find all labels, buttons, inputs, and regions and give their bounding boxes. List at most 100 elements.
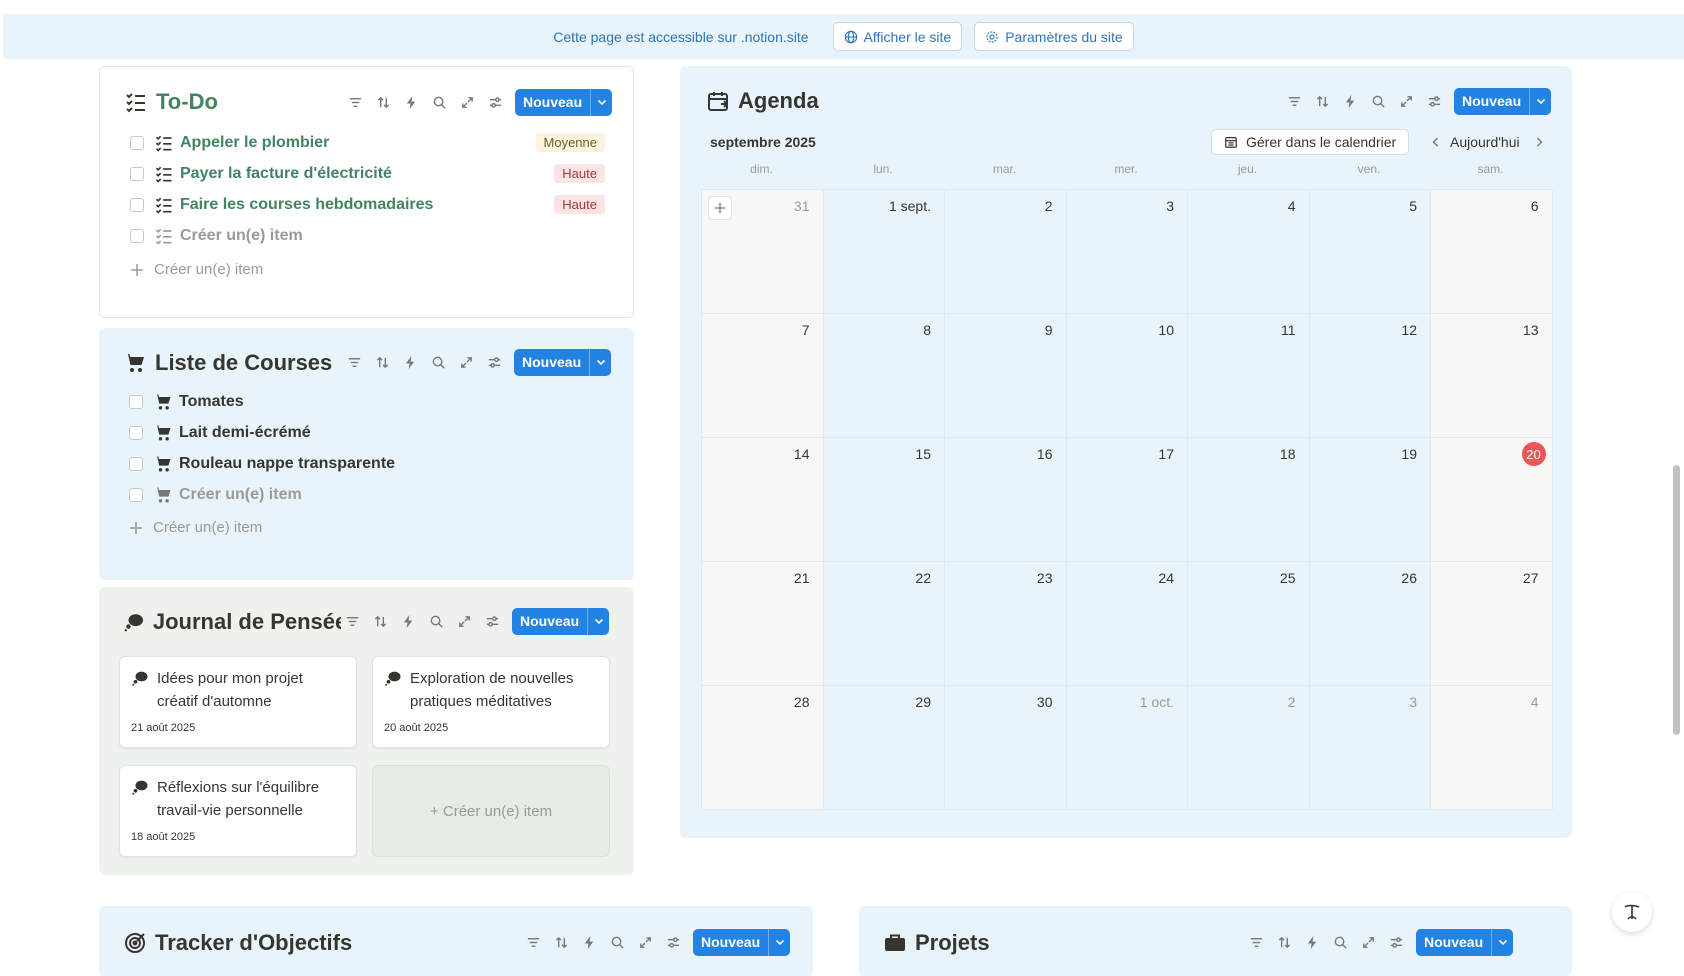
shopping-checkbox[interactable] bbox=[129, 456, 143, 471]
new-dropdown[interactable] bbox=[1529, 87, 1551, 115]
view-site-button[interactable]: Afficher le site bbox=[832, 22, 963, 51]
sort-button[interactable] bbox=[366, 607, 394, 635]
calendar-day-cell[interactable]: 1 sept. bbox=[823, 190, 945, 314]
calendar-day-cell[interactable]: 25 bbox=[1188, 562, 1310, 686]
settings-button[interactable] bbox=[481, 88, 509, 116]
settings-button[interactable] bbox=[1382, 928, 1410, 956]
journal-add-card[interactable]: + Créer un(e) item bbox=[372, 765, 610, 857]
priority-badge[interactable]: Haute bbox=[554, 195, 605, 214]
shopping-checkbox[interactable] bbox=[129, 425, 143, 440]
automation-button[interactable] bbox=[394, 607, 422, 635]
goals-title[interactable]: Tracker d'Objectifs bbox=[155, 930, 352, 956]
calendar-day-cell[interactable]: 30 bbox=[945, 686, 1067, 810]
calendar-day-cell[interactable]: 18 bbox=[1188, 438, 1310, 562]
agenda-title[interactable]: Agenda bbox=[738, 88, 819, 114]
new-dropdown[interactable] bbox=[587, 607, 609, 635]
help-button[interactable] bbox=[1612, 892, 1652, 932]
search-button[interactable] bbox=[603, 928, 631, 956]
new-button[interactable]: Nouveau bbox=[1416, 928, 1514, 956]
add-event-button[interactable] bbox=[708, 196, 732, 220]
sort-button[interactable] bbox=[369, 88, 397, 116]
calendar-day-cell[interactable]: 6 bbox=[1431, 190, 1553, 314]
shopping-title[interactable]: Liste de Courses bbox=[155, 350, 332, 376]
calendar-day-cell[interactable]: 14 bbox=[702, 438, 824, 562]
next-month-button[interactable] bbox=[1529, 132, 1549, 152]
journal-card[interactable]: Réflexions sur l'équilibre travail-vie p… bbox=[119, 765, 357, 857]
shopping-item[interactable]: Lait demi-écrémé bbox=[129, 417, 311, 448]
new-button[interactable]: Nouveau bbox=[693, 928, 791, 956]
shopping-new-row[interactable]: Créer un(e) item bbox=[129, 479, 302, 510]
todo-checkbox[interactable] bbox=[130, 135, 144, 150]
expand-button[interactable] bbox=[631, 928, 659, 956]
todo-checkbox[interactable] bbox=[130, 166, 144, 181]
automation-button[interactable] bbox=[575, 928, 603, 956]
journal-card[interactable]: Idées pour mon projet créatif d'automne … bbox=[119, 656, 357, 748]
search-button[interactable] bbox=[1364, 87, 1392, 115]
new-dropdown[interactable] bbox=[1491, 928, 1513, 956]
expand-button[interactable] bbox=[450, 607, 478, 635]
calendar-day-cell[interactable]: 10 bbox=[1066, 314, 1188, 438]
todo-item-label[interactable]: Payer la facture d'électricité bbox=[180, 165, 392, 183]
prev-month-button[interactable] bbox=[1426, 132, 1446, 152]
search-button[interactable] bbox=[424, 348, 452, 376]
page-scrollbar[interactable] bbox=[1670, 60, 1684, 965]
new-button[interactable]: Nouveau bbox=[1454, 87, 1552, 115]
new-dropdown[interactable] bbox=[590, 88, 612, 116]
calendar-day-cell[interactable]: 4 bbox=[1431, 686, 1553, 810]
calendar-day-cell[interactable]: 1 oct. bbox=[1066, 686, 1188, 810]
calendar-day-cell[interactable]: 28 bbox=[702, 686, 824, 810]
settings-button[interactable] bbox=[478, 607, 506, 635]
journal-title[interactable]: Journal de Pensées bbox=[153, 609, 341, 635]
shopping-checkbox[interactable] bbox=[129, 394, 143, 409]
todo-checkbox[interactable] bbox=[130, 197, 144, 212]
journal-card[interactable]: Exploration de nouvelles pratiques médit… bbox=[372, 656, 610, 748]
todo-create-placeholder[interactable]: Créer un(e) item bbox=[180, 227, 303, 245]
shopping-item-label[interactable]: Rouleau nappe transparente bbox=[179, 455, 395, 473]
manage-calendar-button[interactable]: Gérer dans le calendrier bbox=[1211, 129, 1410, 155]
calendar-day-cell[interactable]: 29 bbox=[823, 686, 945, 810]
priority-badge[interactable]: Moyenne bbox=[535, 133, 605, 152]
shopping-item-label[interactable]: Lait demi-écrémé bbox=[179, 424, 311, 442]
shopping-item-label[interactable]: Tomates bbox=[179, 393, 244, 411]
shopping-add-item[interactable]: Créer un(e) item bbox=[129, 519, 262, 536]
expand-button[interactable] bbox=[453, 88, 481, 116]
calendar-day-cell[interactable]: 8 bbox=[823, 314, 945, 438]
new-dropdown[interactable] bbox=[589, 348, 611, 376]
site-settings-button[interactable]: Paramètres du site bbox=[974, 22, 1134, 51]
calendar-day-cell[interactable]: 27 bbox=[1431, 562, 1553, 686]
calendar-day-cell[interactable]: 19 bbox=[1309, 438, 1431, 562]
todo-new-row[interactable]: Créer un(e) item bbox=[130, 220, 303, 251]
automation-button[interactable] bbox=[1336, 87, 1364, 115]
todo-add-item[interactable]: Créer un(e) item bbox=[130, 261, 263, 278]
settings-button[interactable] bbox=[659, 928, 687, 956]
sort-button[interactable] bbox=[1270, 928, 1298, 956]
new-button[interactable]: Nouveau bbox=[515, 88, 613, 116]
shopping-checkbox[interactable] bbox=[129, 487, 143, 502]
search-button[interactable] bbox=[1326, 928, 1354, 956]
calendar-day-cell[interactable]: 4 bbox=[1188, 190, 1310, 314]
expand-button[interactable] bbox=[1354, 928, 1382, 956]
filter-button[interactable] bbox=[340, 348, 368, 376]
today-button[interactable]: Aujourd'hui bbox=[1450, 134, 1520, 150]
calendar-day-cell[interactable]: 20 bbox=[1431, 438, 1553, 562]
calendar-day-cell[interactable]: 3 bbox=[1066, 190, 1188, 314]
todo-checkbox[interactable] bbox=[130, 228, 144, 243]
sort-button[interactable] bbox=[547, 928, 575, 956]
expand-button[interactable] bbox=[1392, 87, 1420, 115]
calendar-day-cell[interactable]: 11 bbox=[1188, 314, 1310, 438]
todo-item[interactable]: Appeler le plombier bbox=[130, 127, 329, 158]
calendar-day-cell[interactable]: 21 bbox=[702, 562, 824, 686]
calendar-day-cell[interactable]: 31 bbox=[702, 190, 824, 314]
automation-button[interactable] bbox=[397, 88, 425, 116]
projects-title[interactable]: Projets bbox=[915, 930, 990, 956]
shopping-item[interactable]: Tomates bbox=[129, 386, 244, 417]
new-button[interactable]: Nouveau bbox=[512, 607, 610, 635]
calendar-day-cell[interactable]: 3 bbox=[1309, 686, 1431, 810]
todo-item-label[interactable]: Faire les courses hebdomadaires bbox=[180, 196, 433, 214]
search-button[interactable] bbox=[425, 88, 453, 116]
calendar-day-cell[interactable]: 26 bbox=[1309, 562, 1431, 686]
search-button[interactable] bbox=[422, 607, 450, 635]
shopping-create-placeholder[interactable]: Créer un(e) item bbox=[179, 486, 302, 504]
calendar-day-cell[interactable]: 2 bbox=[1188, 686, 1310, 810]
priority-badge[interactable]: Haute bbox=[554, 164, 605, 183]
